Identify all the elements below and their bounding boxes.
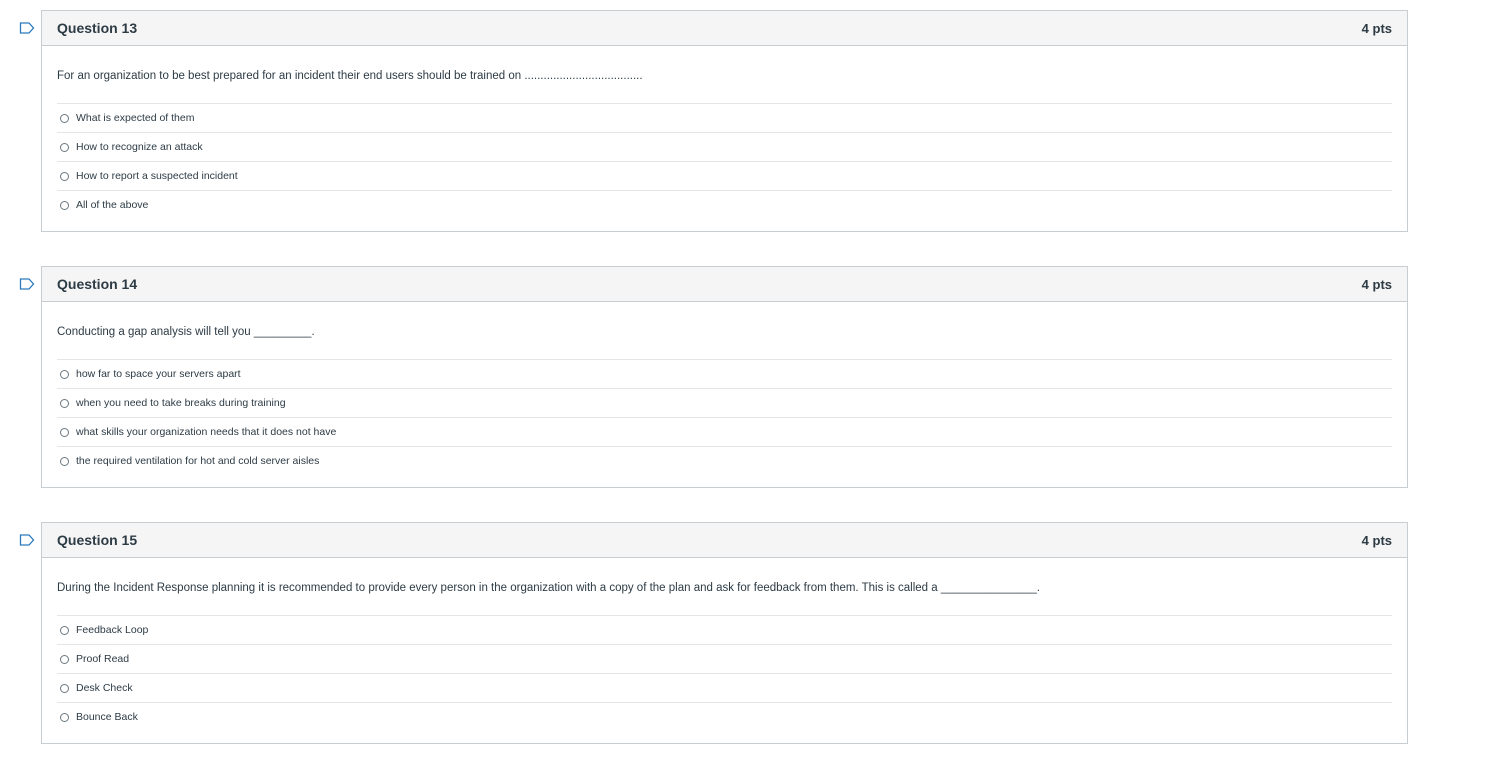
answer-label: how far to space your servers apart [76, 368, 241, 380]
answer-option[interactable]: Feedback Loop [57, 616, 1392, 645]
answer-option[interactable]: Bounce Back [57, 703, 1392, 731]
answer-list: how far to space your servers apart when… [57, 359, 1392, 475]
answer-option[interactable]: How to report a suspected incident [57, 162, 1392, 191]
answer-label: Desk Check [76, 682, 133, 694]
question-text: During the Incident Response planning it… [57, 582, 1040, 594]
radio-button[interactable] [60, 369, 69, 379]
radio-button[interactable] [60, 142, 69, 152]
answer-option[interactable]: How to recognize an attack [57, 133, 1392, 162]
answer-label: All of the above [76, 199, 149, 211]
question-title: Question 14 [57, 276, 138, 292]
question-text: For an organization to be best prepared … [57, 70, 643, 82]
answer-option[interactable]: the required ventilation for hot and col… [57, 447, 1392, 475]
radio-button[interactable] [60, 654, 69, 664]
question-points: 4 pts [1361, 532, 1392, 548]
answer-label: How to recognize an attack [76, 141, 203, 153]
radio-button[interactable] [60, 625, 69, 635]
question-14: Question 14 4 pts Conducting a gap analy… [41, 266, 1408, 488]
radio-button[interactable] [60, 712, 69, 722]
flag-question-icon[interactable] [19, 21, 35, 34]
radio-button[interactable] [60, 427, 69, 437]
question-body: During the Incident Response planning it… [42, 558, 1407, 743]
answer-option[interactable]: how far to space your servers apart [57, 360, 1392, 389]
answer-label: the required ventilation for hot and col… [76, 455, 320, 467]
question-15: Question 15 4 pts During the Incident Re… [41, 522, 1408, 744]
answer-label: what skills your organization needs that… [76, 426, 337, 438]
flag-question-icon[interactable] [19, 533, 35, 546]
answer-label: Bounce Back [76, 711, 138, 723]
question-points: 4 pts [1361, 20, 1392, 36]
question-13: Question 13 4 pts For an organization to… [41, 10, 1408, 232]
answer-label: How to report a suspected incident [76, 170, 238, 182]
question-title: Question 15 [57, 532, 138, 548]
answer-option[interactable]: when you need to take breaks during trai… [57, 389, 1392, 418]
radio-button[interactable] [60, 113, 69, 123]
question-header: Question 13 4 pts [42, 11, 1407, 46]
question-body: Conducting a gap analysis will tell you … [42, 302, 1407, 487]
answer-option[interactable]: What is expected of them [57, 104, 1392, 133]
radio-button[interactable] [60, 683, 69, 693]
answer-list: Feedback Loop Proof Read Desk Check Boun… [57, 615, 1392, 731]
question-title: Question 13 [57, 20, 138, 36]
answer-option[interactable]: what skills your organization needs that… [57, 418, 1392, 447]
answer-label: Feedback Loop [76, 624, 149, 636]
answer-option[interactable]: Proof Read [57, 645, 1392, 674]
radio-button[interactable] [60, 398, 69, 408]
answer-option[interactable]: Desk Check [57, 674, 1392, 703]
radio-button[interactable] [60, 171, 69, 181]
question-text: Conducting a gap analysis will tell you … [57, 326, 315, 338]
answer-label: when you need to take breaks during trai… [76, 397, 286, 409]
answer-list: What is expected of them How to recogniz… [57, 103, 1392, 219]
question-header: Question 14 4 pts [42, 267, 1407, 302]
answer-option[interactable]: All of the above [57, 191, 1392, 219]
question-body: For an organization to be best prepared … [42, 46, 1407, 231]
radio-button[interactable] [60, 200, 69, 210]
answer-label: Proof Read [76, 653, 130, 665]
flag-question-icon[interactable] [19, 277, 35, 290]
question-header: Question 15 4 pts [42, 523, 1407, 558]
question-points: 4 pts [1361, 276, 1392, 292]
radio-button[interactable] [60, 456, 69, 466]
answer-label: What is expected of them [76, 112, 195, 124]
